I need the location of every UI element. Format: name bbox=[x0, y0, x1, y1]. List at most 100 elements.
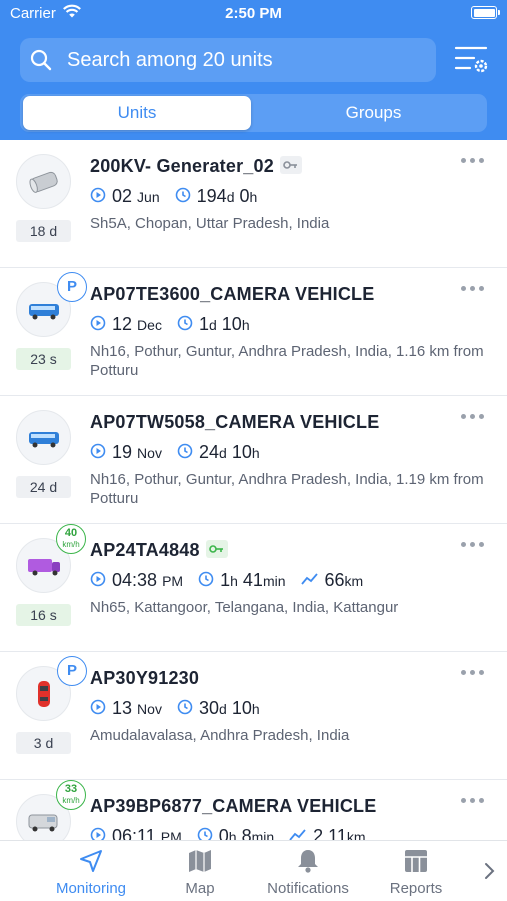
duration-b: 10 bbox=[231, 698, 252, 718]
clock-icon bbox=[198, 571, 214, 587]
more-options-icon[interactable] bbox=[461, 414, 485, 422]
unit-row[interactable]: 24 d AP07TW5058_CAMERA VEHICLE 19 Nov 24… bbox=[0, 396, 507, 524]
unit-address: Nh16, Pothur, Guntur, Andhra Pradesh, In… bbox=[90, 471, 484, 507]
date-value: 12 bbox=[112, 314, 133, 334]
unit-name: 200KV- Generater_02 bbox=[90, 156, 302, 177]
speed-badge: 40 km/h bbox=[56, 524, 86, 554]
date-unit: PM bbox=[160, 829, 182, 840]
unit-name-text: AP24TA4848 bbox=[90, 540, 200, 560]
more-options-icon[interactable] bbox=[461, 286, 485, 294]
duration-b: 0 bbox=[239, 186, 250, 206]
tab-monitoring-label: Monitoring bbox=[55, 880, 127, 897]
clock-icon bbox=[177, 443, 193, 459]
last-message-icon bbox=[90, 315, 106, 331]
mileage-icon bbox=[300, 573, 318, 585]
clock-icon bbox=[175, 187, 190, 203]
car-icon bbox=[38, 681, 50, 707]
chevron-right-icon[interactable] bbox=[483, 861, 497, 881]
parking-badge: P bbox=[57, 656, 87, 686]
last-message-icon bbox=[90, 443, 106, 459]
duration-a-unit: d bbox=[226, 189, 235, 205]
duration-b: 8 bbox=[241, 826, 252, 840]
last-message-icon bbox=[90, 187, 106, 203]
duration-a-unit: d bbox=[219, 445, 227, 461]
unit-info-line: 04:38 PM 1h 41min 66km bbox=[90, 570, 373, 592]
last-message-icon bbox=[90, 827, 106, 840]
mileage-unit: km bbox=[344, 573, 364, 589]
duration-b: 41 bbox=[242, 570, 263, 590]
tab-groups[interactable]: Groups bbox=[260, 96, 487, 130]
filter-settings-icon[interactable] bbox=[452, 42, 492, 78]
more-options-icon[interactable] bbox=[461, 542, 485, 550]
duration-a: 30 bbox=[198, 698, 219, 718]
unit-info-line: 12 Dec 1d 10h bbox=[90, 314, 260, 336]
last-message-icon bbox=[90, 699, 106, 715]
bell-icon bbox=[298, 850, 318, 873]
speed-badge: 33 km/h bbox=[56, 780, 86, 810]
duration-b-unit: min bbox=[251, 829, 275, 840]
last-message-age: 23 s bbox=[16, 348, 71, 370]
more-options-icon[interactable] bbox=[461, 798, 485, 806]
date-value: 13 bbox=[112, 698, 133, 718]
tab-reports[interactable]: Reports bbox=[361, 841, 471, 901]
tab-monitoring[interactable]: Monitoring bbox=[36, 841, 146, 901]
date-unit: PM bbox=[162, 573, 184, 589]
unit-name: AP39BP6877_CAMERA VEHICLE bbox=[90, 796, 377, 816]
unit-name: AP24TA4848 bbox=[90, 540, 228, 561]
more-options-icon[interactable] bbox=[461, 158, 485, 166]
unit-name-text: 200KV- Generater_02 bbox=[90, 156, 274, 176]
bus-icon bbox=[29, 304, 59, 320]
duration-a-unit: h bbox=[230, 573, 238, 589]
search-input[interactable]: Search among 20 units bbox=[20, 38, 436, 82]
unit-avatar bbox=[16, 154, 71, 209]
duration-a-unit: h bbox=[228, 829, 237, 840]
duration-b: 10 bbox=[221, 314, 242, 334]
unit-row[interactable]: 18 d 200KV- Generater_02 02 Jun 194d 0h … bbox=[0, 140, 507, 268]
segmented-control: Units Groups bbox=[20, 94, 487, 132]
duration-a-unit: d bbox=[219, 701, 227, 717]
mileage-value: 66 bbox=[324, 570, 345, 590]
unit-row[interactable]: P 23 s AP07TE3600_CAMERA VEHICLE 12 Dec … bbox=[0, 268, 507, 396]
last-message-age: 18 d bbox=[16, 220, 71, 242]
date-value: 19 bbox=[112, 442, 133, 462]
speed-unit: km/h bbox=[62, 796, 80, 805]
unit-name: AP07TW5058_CAMERA VEHICLE bbox=[90, 412, 380, 432]
tab-map-label: Map bbox=[185, 880, 215, 897]
date-unit: Nov bbox=[137, 701, 162, 717]
tab-map[interactable]: Map bbox=[145, 841, 255, 901]
duration-a: 1 bbox=[198, 314, 209, 334]
search-placeholder: Search among 20 units bbox=[67, 49, 273, 71]
speed-value: 33 bbox=[64, 783, 78, 795]
date-value: 06:11 bbox=[112, 826, 156, 840]
unit-address: Sh5A, Chopan, Uttar Pradesh, India bbox=[90, 215, 330, 232]
battery-icon bbox=[471, 6, 500, 19]
last-message-age: 3 d bbox=[16, 732, 71, 754]
duration-a: 24 bbox=[198, 442, 219, 462]
mileage-value: 2.11 bbox=[313, 826, 347, 840]
speed-unit: km/h bbox=[62, 540, 80, 549]
app-header: Carrier 2:50 PM Search among 20 units Un… bbox=[0, 0, 507, 140]
mileage-icon bbox=[289, 829, 306, 840]
navigation-arrow-icon bbox=[80, 850, 102, 872]
truck-icon bbox=[28, 559, 60, 576]
unit-info-line: 19 Nov 24d 10h bbox=[90, 442, 270, 464]
speed-value: 40 bbox=[64, 527, 78, 539]
unit-name: AP07TE3600_CAMERA VEHICLE bbox=[90, 284, 375, 304]
date-unit: Nov bbox=[137, 445, 162, 461]
unit-row[interactable]: 33 km/h AP39BP6877_CAMERA VEHICLE 06:11 … bbox=[0, 780, 507, 840]
last-message-age: 16 s bbox=[16, 604, 71, 626]
bus-icon bbox=[29, 432, 59, 448]
duration-a-unit: d bbox=[208, 317, 217, 333]
unit-info-line: 13 Nov 30d 10h bbox=[90, 698, 270, 720]
unit-row[interactable]: P 3 d AP30Y91230 13 Nov 30d 10h Amudalav… bbox=[0, 652, 507, 780]
last-message-icon bbox=[90, 571, 106, 587]
tab-units[interactable]: Units bbox=[23, 96, 251, 130]
unit-address: Nh65, Kattangoor, Telangana, India, Katt… bbox=[90, 599, 399, 616]
duration-a: 194 bbox=[196, 186, 227, 206]
last-message-age: 24 d bbox=[16, 476, 71, 498]
map-icon bbox=[189, 850, 211, 872]
unit-row[interactable]: 40 km/h 16 s AP24TA4848 04:38 PM 1h 41mi… bbox=[0, 524, 507, 652]
tab-notifications[interactable]: Notifications bbox=[253, 841, 363, 901]
clock: 2:50 PM bbox=[225, 5, 282, 22]
more-options-icon[interactable] bbox=[461, 670, 485, 678]
